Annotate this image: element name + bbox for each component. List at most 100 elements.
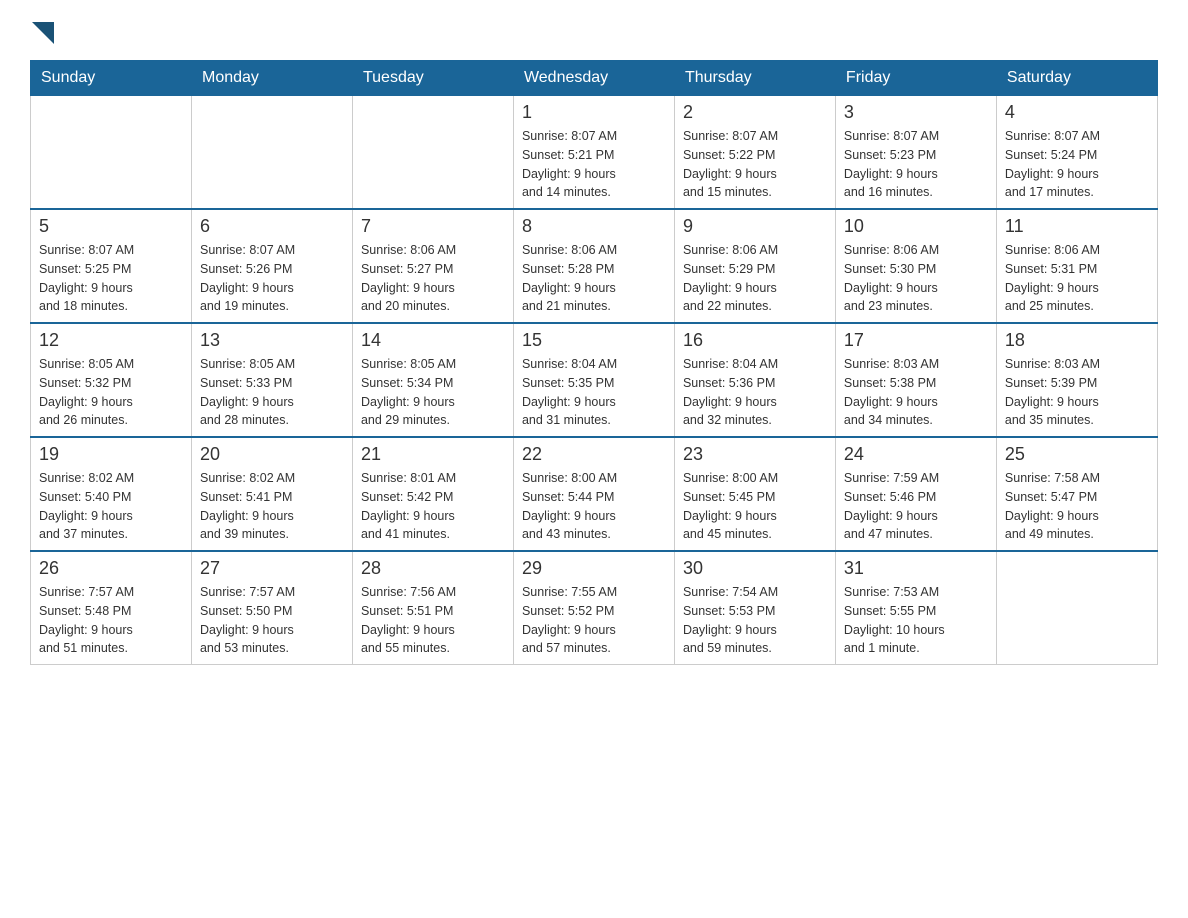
- day-info: Sunrise: 8:03 AMSunset: 5:39 PMDaylight:…: [1005, 355, 1149, 430]
- day-number: 1: [522, 102, 666, 123]
- calendar-cell: 10 Sunrise: 8:06 AMSunset: 5:30 PMDayligh…: [835, 209, 996, 323]
- day-number: 8: [522, 216, 666, 237]
- calendar-table: SundayMondayTuesdayWednesdayThursdayFrid…: [30, 60, 1158, 665]
- day-info: Sunrise: 7:54 AMSunset: 5:53 PMDaylight:…: [683, 583, 827, 658]
- calendar-cell: 6Sunrise: 8:07 AMSunset: 5:26 PMDaylight…: [191, 209, 352, 323]
- day-info: Sunrise: 8:07 AMSunset: 5:23 PMDaylight:…: [844, 127, 988, 202]
- calendar-cell: 16Sunrise: 8:04 AMSunset: 5:36 PMDayligh…: [674, 323, 835, 437]
- day-header-sunday: Sunday: [31, 61, 192, 96]
- calendar-cell: 8 Sunrise: 8:06 AMSunset: 5:28 PMDaylight…: [513, 209, 674, 323]
- day-info: Sunrise: 8:07 AMSunset: 5:26 PMDaylight:…: [200, 241, 344, 316]
- day-number: 15: [522, 330, 666, 351]
- day-info: Sunrise: 8:03 AMSunset: 5:38 PMDaylight:…: [844, 355, 988, 430]
- day-number: 22: [522, 444, 666, 465]
- day-number: 10: [844, 216, 988, 237]
- day-number: 24: [844, 444, 988, 465]
- day-number: 7: [361, 216, 505, 237]
- calendar-cell: 13 Sunrise: 8:05 AMSunset: 5:33 PMDayligh…: [191, 323, 352, 437]
- logo: [30, 20, 54, 40]
- day-header-wednesday: Wednesday: [513, 61, 674, 96]
- day-info: Sunrise: 8:05 AMSunset: 5:34 PMDaylight:…: [361, 355, 505, 430]
- day-number: 2: [683, 102, 827, 123]
- day-info: Sunrise: 8:05 AMSunset: 5:32 PMDaylight:…: [39, 355, 183, 430]
- day-header-saturday: Saturday: [996, 61, 1157, 96]
- calendar-week-row: 5 Sunrise: 8:07 AMSunset: 5:25 PMDaylight…: [31, 209, 1158, 323]
- calendar-cell: [31, 96, 192, 210]
- calendar-cell: 31 Sunrise: 7:53 AMSunset: 5:55 PMDayligh…: [835, 551, 996, 665]
- calendar-cell: [352, 96, 513, 210]
- calendar-cell: 21 Sunrise: 8:01 AMSunset: 5:42 PMDayligh…: [352, 437, 513, 551]
- calendar-cell: 27 Sunrise: 7:57 AMSunset: 5:50 PMDayligh…: [191, 551, 352, 665]
- day-number: 26: [39, 558, 183, 579]
- calendar-cell: 9Sunrise: 8:06 AMSunset: 5:29 PMDaylight…: [674, 209, 835, 323]
- calendar-header-row: SundayMondayTuesdayWednesdayThursdayFrid…: [31, 61, 1158, 96]
- day-number: 3: [844, 102, 988, 123]
- calendar-cell: 3 Sunrise: 8:07 AMSunset: 5:23 PMDaylight…: [835, 96, 996, 210]
- calendar-cell: 17 Sunrise: 8:03 AMSunset: 5:38 PMDayligh…: [835, 323, 996, 437]
- day-number: 14: [361, 330, 505, 351]
- calendar-week-row: 19Sunrise: 8:02 AMSunset: 5:40 PMDayligh…: [31, 437, 1158, 551]
- calendar-cell: 25 Sunrise: 7:58 AMSunset: 5:47 PMDayligh…: [996, 437, 1157, 551]
- day-info: Sunrise: 7:57 AMSunset: 5:50 PMDaylight:…: [200, 583, 344, 658]
- day-number: 17: [844, 330, 988, 351]
- calendar-cell: 18 Sunrise: 8:03 AMSunset: 5:39 PMDayligh…: [996, 323, 1157, 437]
- day-number: 11: [1005, 216, 1149, 237]
- day-info: Sunrise: 7:59 AMSunset: 5:46 PMDaylight:…: [844, 469, 988, 544]
- day-number: 5: [39, 216, 183, 237]
- day-info: Sunrise: 8:07 AMSunset: 5:24 PMDaylight:…: [1005, 127, 1149, 202]
- day-header-tuesday: Tuesday: [352, 61, 513, 96]
- day-info: Sunrise: 7:58 AMSunset: 5:47 PMDaylight:…: [1005, 469, 1149, 544]
- day-number: 25: [1005, 444, 1149, 465]
- day-info: Sunrise: 8:06 AMSunset: 5:30 PMDaylight:…: [844, 241, 988, 316]
- calendar-cell: 14 Sunrise: 8:05 AMSunset: 5:34 PMDayligh…: [352, 323, 513, 437]
- calendar-week-row: 26 Sunrise: 7:57 AMSunset: 5:48 PMDayligh…: [31, 551, 1158, 665]
- day-number: 28: [361, 558, 505, 579]
- day-number: 9: [683, 216, 827, 237]
- calendar-cell: 11 Sunrise: 8:06 AMSunset: 5:31 PMDayligh…: [996, 209, 1157, 323]
- day-info: Sunrise: 8:04 AMSunset: 5:35 PMDaylight:…: [522, 355, 666, 430]
- day-info: Sunrise: 8:07 AMSunset: 5:21 PMDaylight:…: [522, 127, 666, 202]
- day-info: Sunrise: 8:07 AMSunset: 5:25 PMDaylight:…: [39, 241, 183, 316]
- calendar-cell: 20Sunrise: 8:02 AMSunset: 5:41 PMDayligh…: [191, 437, 352, 551]
- calendar-cell: 4 Sunrise: 8:07 AMSunset: 5:24 PMDaylight…: [996, 96, 1157, 210]
- day-number: 13: [200, 330, 344, 351]
- day-number: 21: [361, 444, 505, 465]
- calendar-cell: 28Sunrise: 7:56 AMSunset: 5:51 PMDayligh…: [352, 551, 513, 665]
- page-header: [30, 20, 1158, 40]
- calendar-cell: 1 Sunrise: 8:07 AMSunset: 5:21 PMDaylight…: [513, 96, 674, 210]
- day-info: Sunrise: 7:55 AMSunset: 5:52 PMDaylight:…: [522, 583, 666, 658]
- calendar-week-row: 12 Sunrise: 8:05 AMSunset: 5:32 PMDayligh…: [31, 323, 1158, 437]
- day-number: 30: [683, 558, 827, 579]
- calendar-cell: 5 Sunrise: 8:07 AMSunset: 5:25 PMDaylight…: [31, 209, 192, 323]
- day-header-thursday: Thursday: [674, 61, 835, 96]
- day-number: 23: [683, 444, 827, 465]
- day-number: 12: [39, 330, 183, 351]
- day-info: Sunrise: 8:04 AMSunset: 5:36 PMDaylight:…: [683, 355, 827, 430]
- calendar-cell: 15 Sunrise: 8:04 AMSunset: 5:35 PMDayligh…: [513, 323, 674, 437]
- day-info: Sunrise: 8:02 AMSunset: 5:41 PMDaylight:…: [200, 469, 344, 544]
- day-number: 31: [844, 558, 988, 579]
- calendar-cell: [996, 551, 1157, 665]
- calendar-cell: 19Sunrise: 8:02 AMSunset: 5:40 PMDayligh…: [31, 437, 192, 551]
- day-info: Sunrise: 7:57 AMSunset: 5:48 PMDaylight:…: [39, 583, 183, 658]
- calendar-cell: 24 Sunrise: 7:59 AMSunset: 5:46 PMDayligh…: [835, 437, 996, 551]
- day-info: Sunrise: 8:06 AMSunset: 5:27 PMDaylight:…: [361, 241, 505, 316]
- day-info: Sunrise: 8:01 AMSunset: 5:42 PMDaylight:…: [361, 469, 505, 544]
- day-number: 27: [200, 558, 344, 579]
- calendar-cell: 23 Sunrise: 8:00 AMSunset: 5:45 PMDayligh…: [674, 437, 835, 551]
- day-header-monday: Monday: [191, 61, 352, 96]
- day-info: Sunrise: 8:07 AMSunset: 5:22 PMDaylight:…: [683, 127, 827, 202]
- day-info: Sunrise: 8:00 AMSunset: 5:44 PMDaylight:…: [522, 469, 666, 544]
- day-info: Sunrise: 8:00 AMSunset: 5:45 PMDaylight:…: [683, 469, 827, 544]
- day-info: Sunrise: 8:06 AMSunset: 5:28 PMDaylight:…: [522, 241, 666, 316]
- calendar-cell: [191, 96, 352, 210]
- day-number: 18: [1005, 330, 1149, 351]
- day-number: 4: [1005, 102, 1149, 123]
- calendar-cell: 12 Sunrise: 8:05 AMSunset: 5:32 PMDayligh…: [31, 323, 192, 437]
- logo-arrow-icon: [32, 22, 54, 44]
- day-info: Sunrise: 8:06 AMSunset: 5:31 PMDaylight:…: [1005, 241, 1149, 316]
- calendar-cell: 22 Sunrise: 8:00 AMSunset: 5:44 PMDayligh…: [513, 437, 674, 551]
- calendar-cell: 7 Sunrise: 8:06 AMSunset: 5:27 PMDaylight…: [352, 209, 513, 323]
- day-info: Sunrise: 8:05 AMSunset: 5:33 PMDaylight:…: [200, 355, 344, 430]
- day-info: Sunrise: 7:53 AMSunset: 5:55 PMDaylight:…: [844, 583, 988, 658]
